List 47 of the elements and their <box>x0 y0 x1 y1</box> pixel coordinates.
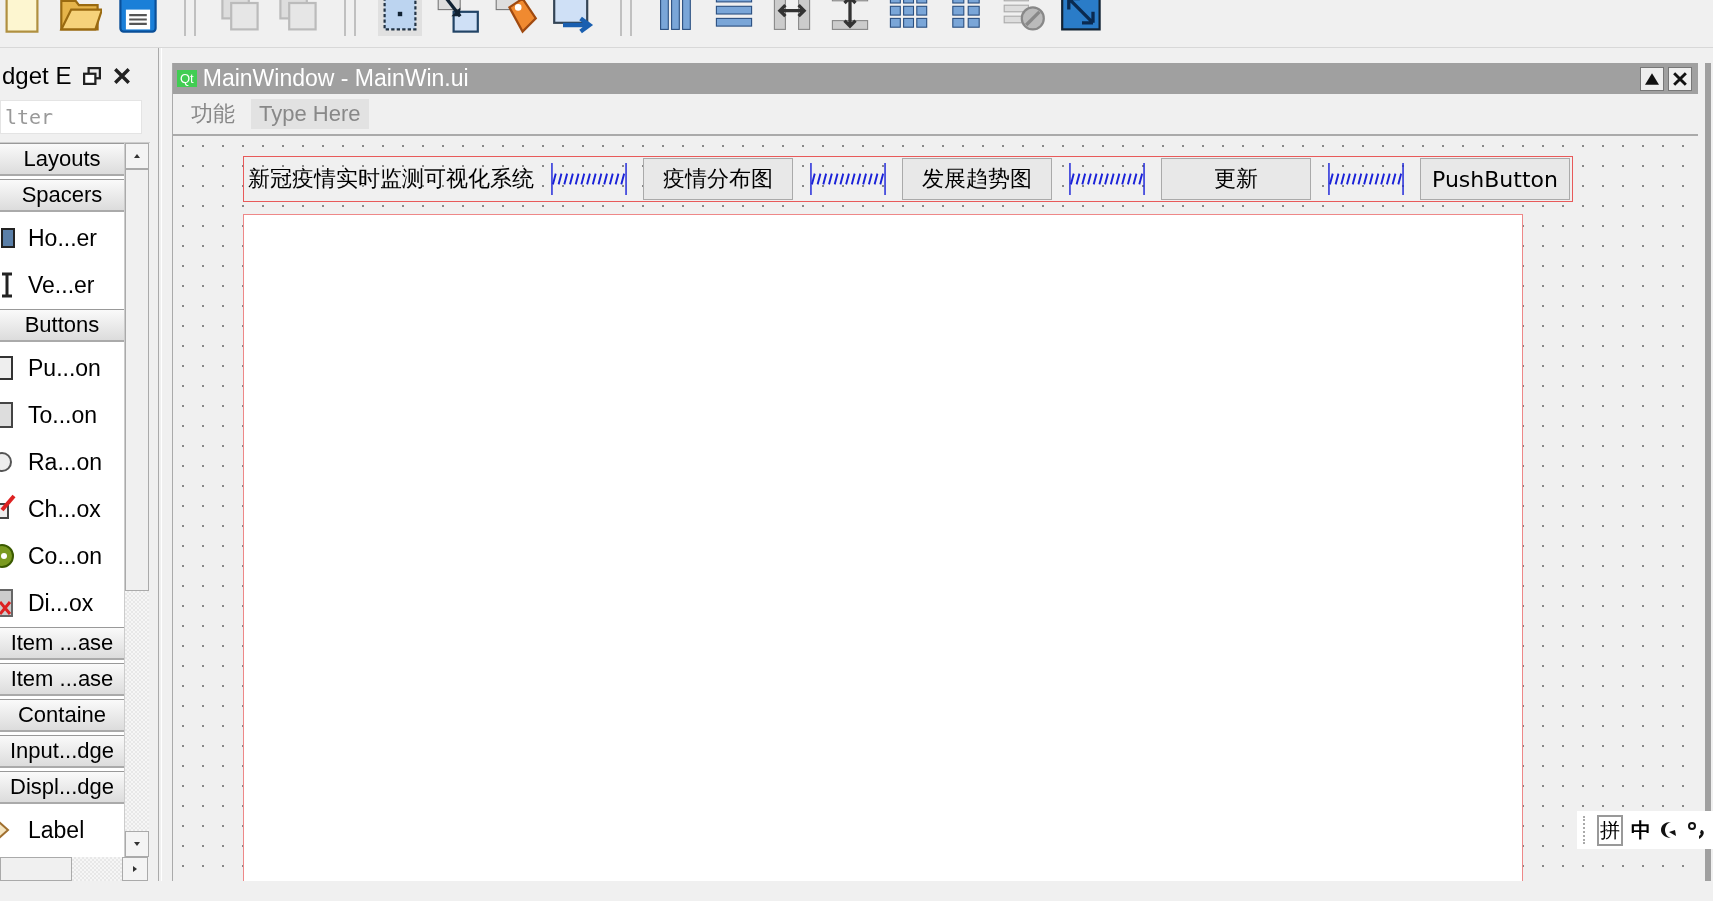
push-button[interactable]: 发展趋势图 <box>902 158 1052 200</box>
tag-icon[interactable] <box>494 0 538 36</box>
push-button[interactable]: 疫情分布图 <box>643 158 793 200</box>
category-header[interactable]: Containe <box>0 698 124 732</box>
widget-item[interactable]: Co...on <box>28 542 103 570</box>
category-header[interactable]: Input...dge <box>0 734 124 768</box>
category-header[interactable]: Spacers <box>0 178 124 212</box>
widget-select-icon[interactable] <box>378 0 422 36</box>
toolbar-handle[interactable] <box>184 0 196 36</box>
category-header[interactable]: Displ...dge <box>0 770 124 804</box>
down-arrow-icon <box>134 841 140 848</box>
maximize-icon <box>1645 71 1659 86</box>
push-button[interactable]: PushButton <box>1420 158 1570 200</box>
punctuation-icon[interactable] <box>1687 820 1707 840</box>
moon-icon[interactable] <box>1659 820 1679 840</box>
ime-mode-label[interactable]: 拼 <box>1597 814 1623 846</box>
window-title: MainWindow - MainWin.ui <box>202 65 470 92</box>
up-arrow-icon <box>134 152 140 159</box>
right-arrow-icon <box>132 866 138 873</box>
widget-item[interactable]: Label <box>28 816 85 844</box>
title-label: 新冠疫情实时监测可视化系统 <box>248 165 534 193</box>
scrollbar-thumb[interactable] <box>0 857 72 881</box>
maximize-button[interactable] <box>1640 66 1664 91</box>
widget-item[interactable]: Pu...on <box>28 354 101 382</box>
toolbar-handle[interactable] <box>344 0 356 36</box>
category-header[interactable]: Item ...ase <box>0 662 124 696</box>
app-badge: Qt <box>177 70 197 87</box>
widget-item[interactable]: Ve...er <box>28 271 95 299</box>
widget-item[interactable]: Ra...on <box>28 448 103 476</box>
category-header[interactable]: Layouts <box>0 142 124 176</box>
scrollbar-thumb[interactable] <box>125 168 149 591</box>
ime-mode-label[interactable]: 中 <box>1631 816 1651 844</box>
panel-title: dget E <box>2 61 72 90</box>
float-icon[interactable] <box>83 66 102 85</box>
filter-field[interactable]: lter <box>0 99 142 134</box>
category-header[interactable]: Buttons <box>0 308 124 342</box>
widget-item[interactable]: Ch...ox <box>28 495 101 523</box>
widget-item[interactable]: To...on <box>28 401 98 429</box>
widget-item[interactable]: Ho...er <box>28 224 98 252</box>
close-icon[interactable] <box>113 66 132 85</box>
category-header[interactable]: Item ...ase <box>0 626 124 660</box>
close-button[interactable] <box>1668 66 1692 91</box>
toolbar-handle[interactable] <box>620 0 632 36</box>
close-icon <box>1673 71 1687 86</box>
push-button[interactable]: 更新 <box>1161 158 1311 200</box>
widget-item[interactable]: Di...ox <box>28 589 94 617</box>
arrow-box-icon[interactable] <box>436 0 480 36</box>
